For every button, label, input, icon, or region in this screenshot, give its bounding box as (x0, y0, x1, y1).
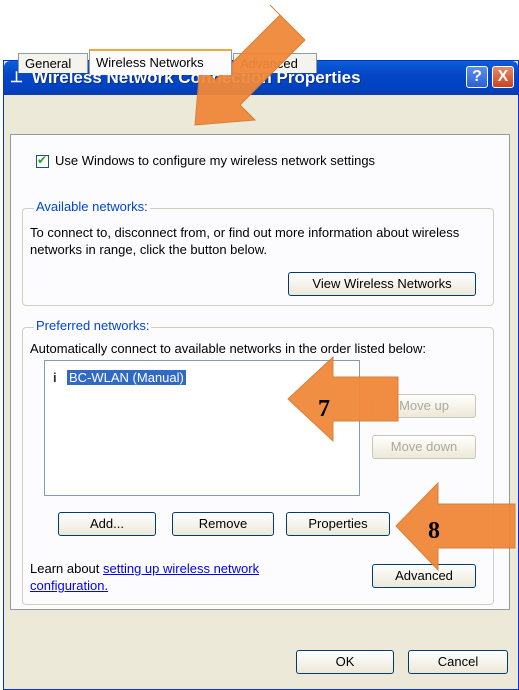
tab-wireless-networks[interactable]: Wireless Networks (89, 49, 232, 75)
remove-button[interactable]: Remove (172, 512, 274, 536)
learn-about-text: Learn about setting up wireless network … (30, 560, 330, 594)
annotation-number-8: 8 (428, 518, 440, 544)
annotation-number-7: 7 (318, 396, 330, 422)
arrow-annotation-8 (395, 481, 516, 572)
ok-button[interactable]: OK (296, 650, 394, 674)
network-icon: ⊥ (10, 69, 24, 86)
arrow-annotation-7 (287, 355, 399, 443)
view-wireless-networks-button[interactable]: View Wireless Networks (288, 272, 476, 296)
preferred-networks-title: Preferred networks: (34, 318, 152, 333)
preferred-networks-description: Automatically connect to available netwo… (30, 341, 426, 356)
properties-button[interactable]: Properties (286, 512, 390, 536)
tab-general[interactable]: General (18, 53, 88, 73)
available-networks-description: To connect to, disconnect from, or find … (30, 225, 460, 257)
use-windows-label: Use Windows to configure my wireless net… (55, 153, 376, 168)
close-button[interactable]: X (492, 66, 514, 88)
list-item[interactable]: i BC-WLAN (Manual) (53, 369, 186, 387)
available-networks-title: Available networks: (34, 199, 150, 214)
learn-about-prefix: Learn about (30, 561, 104, 576)
network-info-icon: i (53, 370, 57, 385)
cancel-button[interactable]: Cancel (408, 650, 508, 674)
help-button[interactable]: ? (466, 66, 488, 88)
network-name: BC-WLAN (Manual) (67, 370, 186, 385)
add-button[interactable]: Add... (58, 512, 156, 536)
use-windows-checkbox[interactable] (36, 153, 49, 168)
